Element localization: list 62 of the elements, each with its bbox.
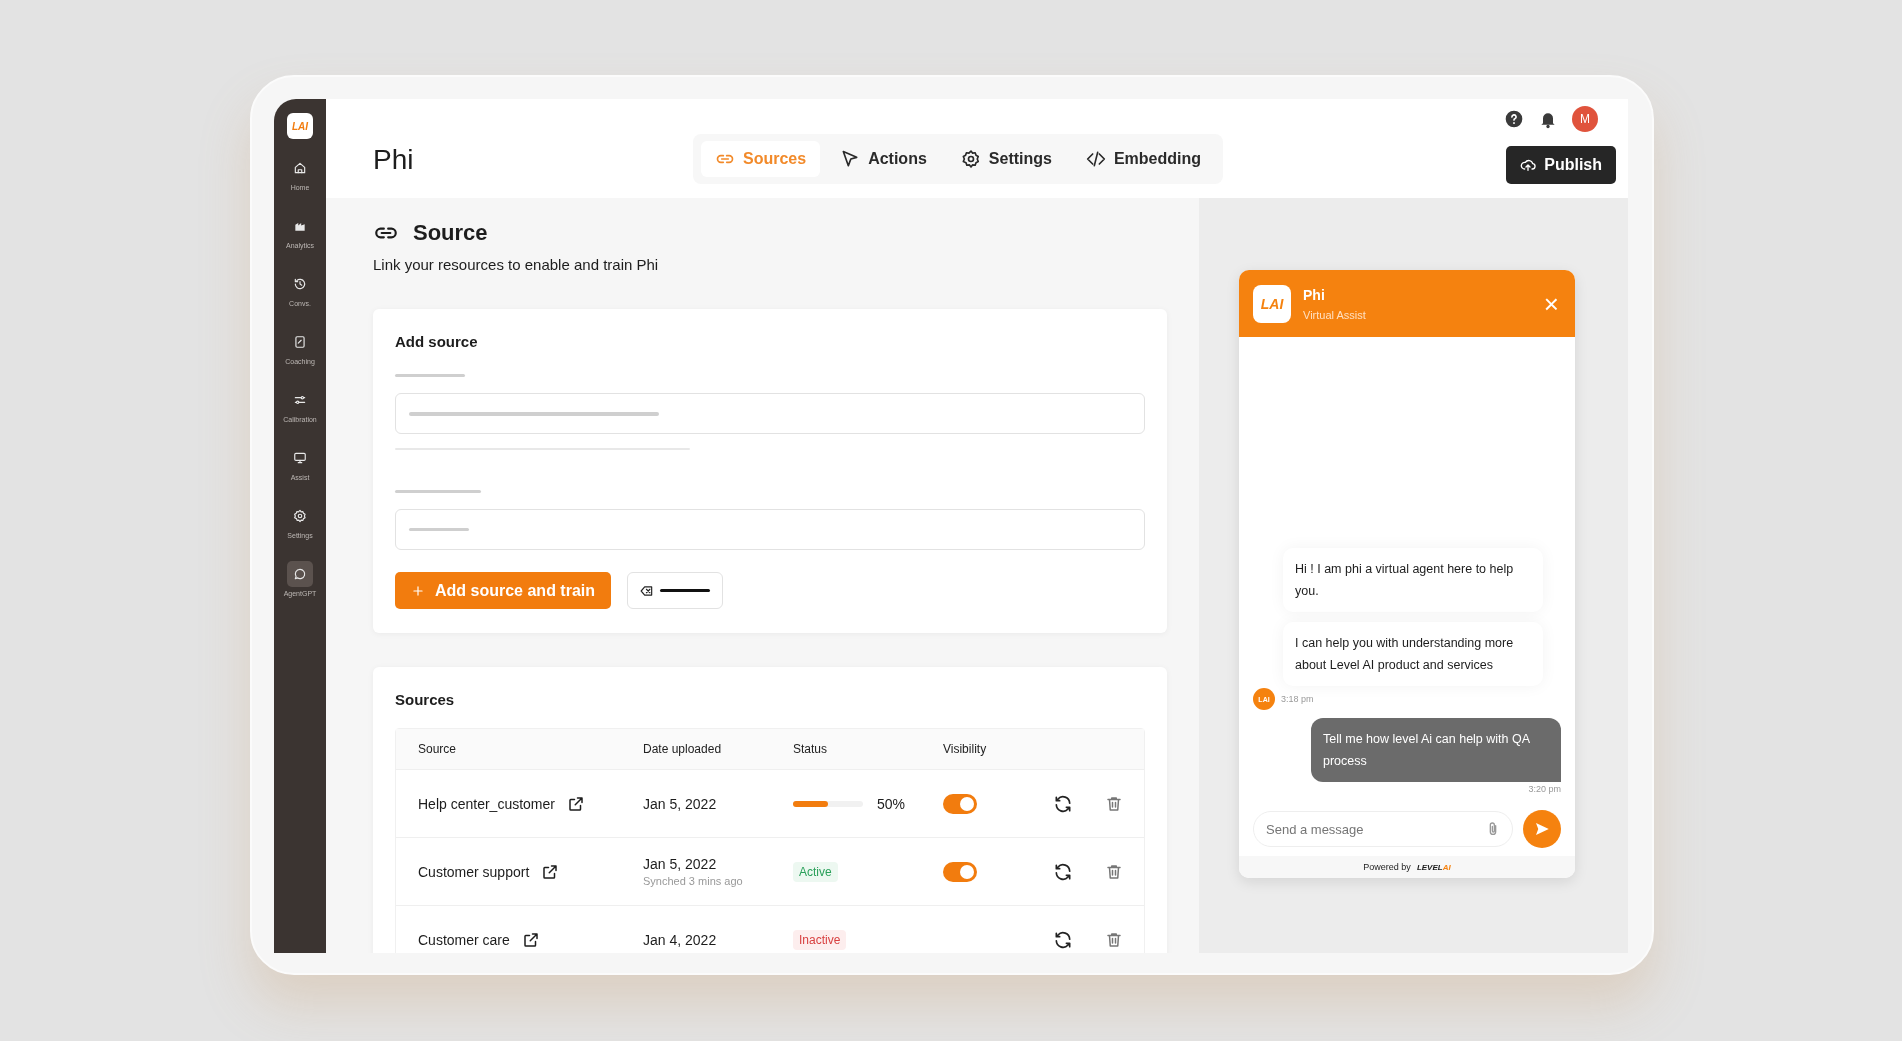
- card-title: Sources: [395, 691, 456, 708]
- trash-icon[interactable]: [1105, 794, 1123, 813]
- trash-icon[interactable]: [1105, 862, 1123, 881]
- message-bubble: Tell me how level Ai can help with QA process: [1311, 718, 1561, 782]
- status-badge: Active: [793, 861, 838, 882]
- table-cell: Jan 4, 2022: [643, 931, 717, 948]
- visibility-toggle[interactable]: [943, 861, 977, 882]
- skeleton-line: [409, 528, 469, 531]
- source-name: Help center_customer: [418, 795, 555, 812]
- section-title: Source: [413, 220, 488, 246]
- tab[interactable]: Actions: [826, 141, 941, 177]
- section-subtitle: Link your resources to enable and train Phi: [373, 256, 660, 273]
- refresh-icon[interactable]: [1053, 861, 1073, 882]
- cloud-upload-icon: [1520, 157, 1537, 173]
- clear-icon: [640, 583, 655, 598]
- publish-button[interactable]: Publish: [1506, 146, 1616, 184]
- clear-button[interactable]: [627, 572, 724, 609]
- table-cell: Jan 5, 2022: [643, 795, 717, 812]
- column-header: Status: [793, 742, 829, 756]
- tab[interactable]: Embedding: [1071, 141, 1216, 177]
- page-title: Phi: [373, 144, 415, 177]
- input-field[interactable]: [395, 509, 1145, 550]
- external-link-icon[interactable]: [521, 930, 540, 949]
- refresh-icon[interactable]: [1053, 793, 1073, 814]
- powered-by-text: Powered by: [1363, 862, 1411, 872]
- bot-subtitle: Virtual Assist: [1303, 308, 1367, 321]
- table-cell: Jan 5, 2022: [643, 856, 717, 872]
- card-title: Add source: [395, 333, 479, 350]
- column-header: Source: [418, 742, 458, 756]
- progress-reading: 50%: [877, 795, 906, 812]
- message-bubble: I can help you with understanding more about Level AI product and services: [1283, 622, 1543, 686]
- settings-icon: [960, 149, 981, 169]
- message-time: 3:18 pm: [1281, 694, 1314, 704]
- logo: LAI: [287, 113, 313, 139]
- send-button[interactable]: [1523, 810, 1561, 848]
- help-icon: [1504, 109, 1524, 129]
- source-name: Customer support: [418, 863, 530, 880]
- status-badge: Inactive: [793, 929, 847, 950]
- tab[interactable]: Settings: [946, 141, 1066, 177]
- message-bubble: Hi ! I am phi a virtual agent here to help you.: [1283, 548, 1543, 612]
- refresh-icon[interactable]: [1053, 929, 1073, 950]
- skeleton-line: [660, 589, 711, 592]
- sync-note: Synched 3 mins ago: [643, 875, 743, 887]
- external-link-icon[interactable]: [541, 862, 560, 881]
- plus-icon: [411, 583, 425, 598]
- send-icon: [1533, 820, 1551, 838]
- column-header: Date uploaded: [643, 742, 723, 756]
- input-field[interactable]: [395, 393, 1145, 434]
- brand-logo: LEVELAI: [1416, 862, 1451, 872]
- skeleton-line: [395, 374, 465, 377]
- logo: LAI: [1253, 284, 1291, 323]
- visibility-toggle[interactable]: [943, 793, 977, 814]
- bot-name: Phi: [1303, 286, 1326, 303]
- column-header: Visibility: [943, 742, 988, 756]
- external-link-icon[interactable]: [566, 794, 585, 813]
- message-time: 3:20 pm: [1528, 784, 1561, 794]
- code-icon: [1085, 149, 1106, 169]
- user-avatar[interactable]: M: [1572, 106, 1598, 132]
- trash-icon[interactable]: [1105, 930, 1123, 949]
- chat-bubble-icon[interactable]: [287, 561, 313, 587]
- message-input[interactable]: Send a message: [1253, 811, 1513, 847]
- source-name: Customer care: [418, 931, 510, 948]
